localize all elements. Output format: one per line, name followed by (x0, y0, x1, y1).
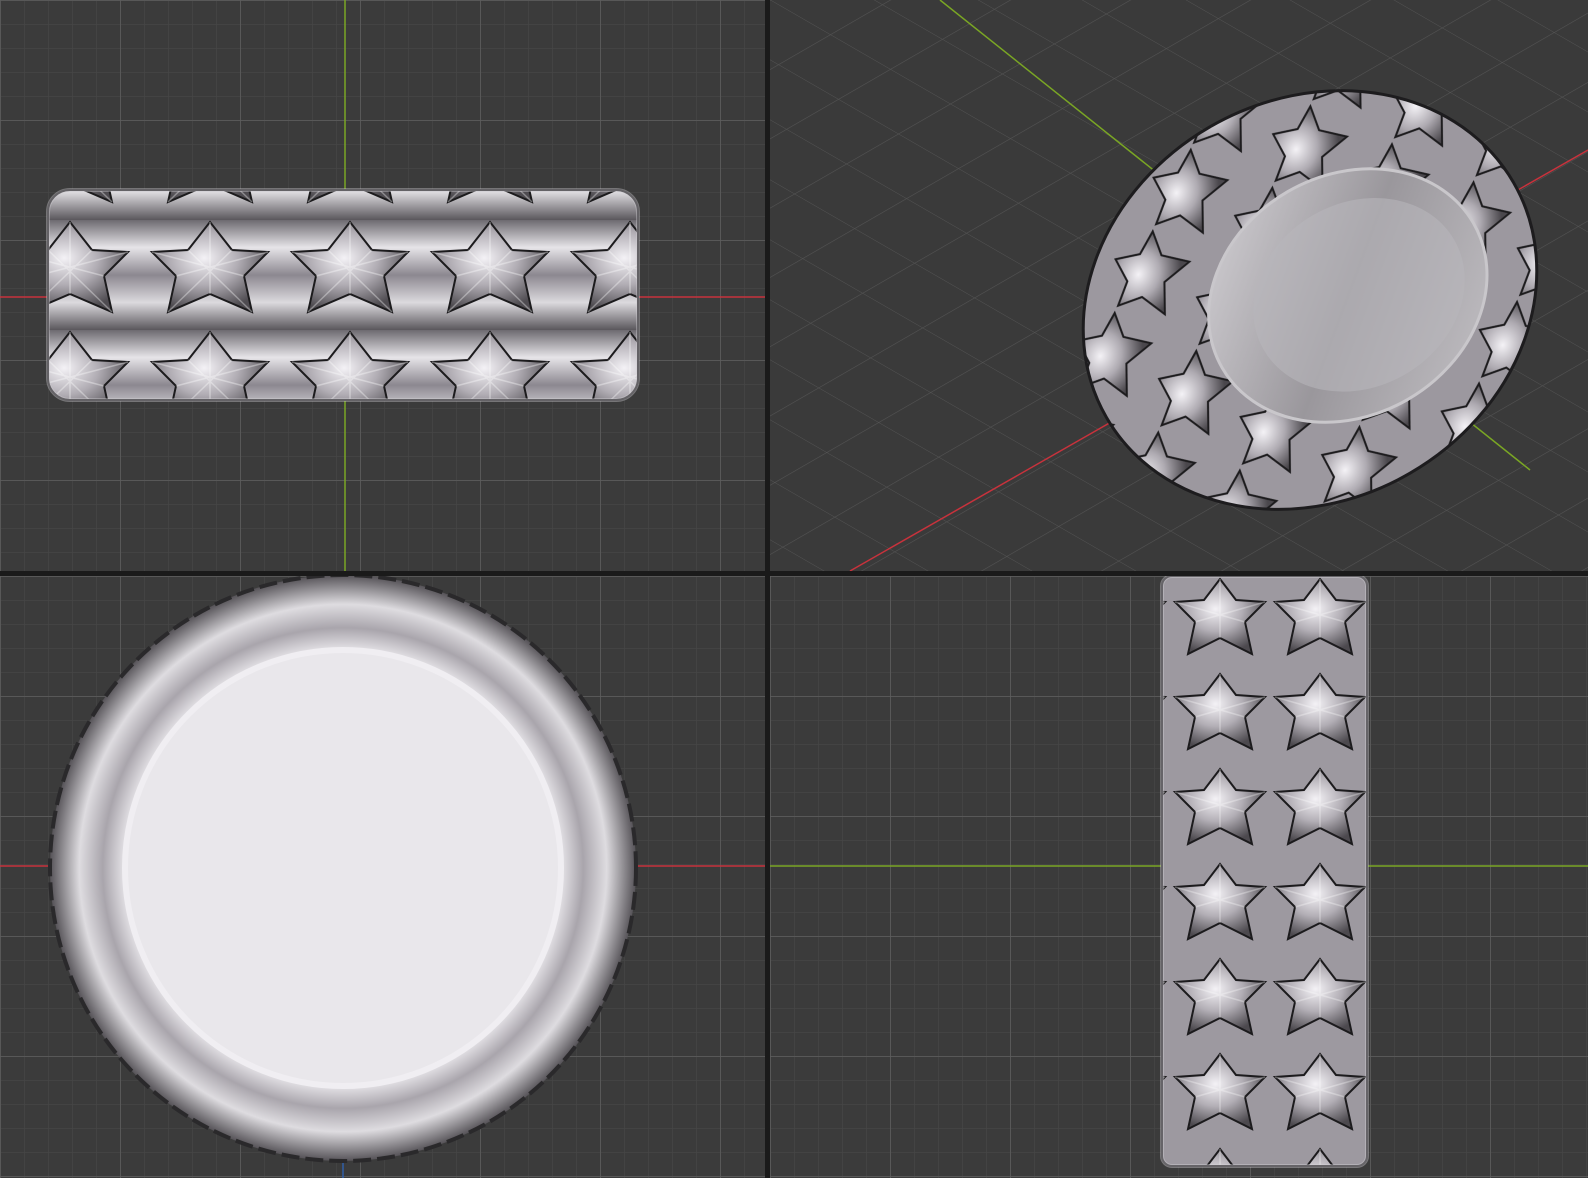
ring-side[interactable] (1160, 576, 1369, 1168)
viewport-perspective[interactable] (770, 0, 1588, 571)
ring-top[interactable] (48, 576, 638, 1163)
ring-front[interactable] (46, 188, 640, 402)
viewport-front[interactable] (0, 0, 765, 571)
viewport-side[interactable] (770, 576, 1588, 1178)
side-view-canvas (770, 576, 1588, 1168)
front-view-canvas (0, 0, 765, 571)
quad-viewport-layout (0, 0, 1588, 1178)
viewport-top[interactable] (0, 576, 765, 1178)
perspective-view-canvas (770, 0, 1588, 571)
top-view-canvas (0, 576, 765, 1178)
